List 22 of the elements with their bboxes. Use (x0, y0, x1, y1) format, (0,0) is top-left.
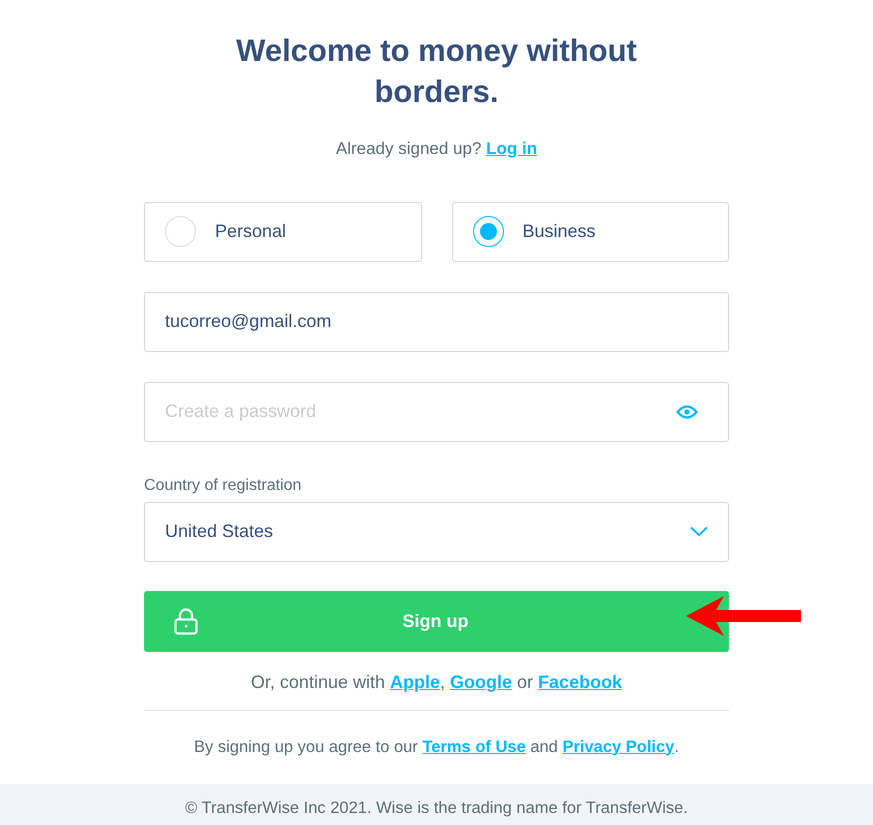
link[interactable]: Privacy Policy (562, 738, 674, 756)
link[interactable]: Apple (390, 672, 440, 692)
link[interactable]: Log in (486, 139, 538, 158)
link[interactable]: Google (450, 672, 512, 692)
continue-with-text: Or, continue with Apple, Google or Facebook (250, 670, 624, 694)
radio-button[interactable] (472, 216, 504, 247)
page-title: Welcome to money without borders. (235, 32, 638, 111)
link[interactable]: Terms of Use (422, 738, 526, 756)
chevron-down-icon (690, 526, 708, 537)
radio-button[interactable] (165, 216, 196, 247)
login-prompt: Already signed up? Log in (334, 138, 538, 160)
padlock-icon (174, 608, 198, 634)
terms-text: By signing up you agree to our Terms of Use and Privacy Policy. (193, 736, 680, 758)
link[interactable]: Facebook (538, 672, 622, 692)
account-type-option[interactable]: Business (452, 202, 729, 262)
field-label: Country of registration (144, 476, 302, 496)
country-select[interactable]: United States (144, 502, 729, 562)
account-type-option[interactable]: Personal (144, 202, 422, 262)
email-field[interactable]: tucorreo@gmail.com (144, 292, 729, 352)
sign-up-button[interactable]: Sign up (144, 590, 729, 652)
footer-text: © TransferWise Inc 2021. Wise is the trading name for TransferWise. (0, 784, 873, 825)
eye-icon[interactable] (676, 404, 698, 420)
